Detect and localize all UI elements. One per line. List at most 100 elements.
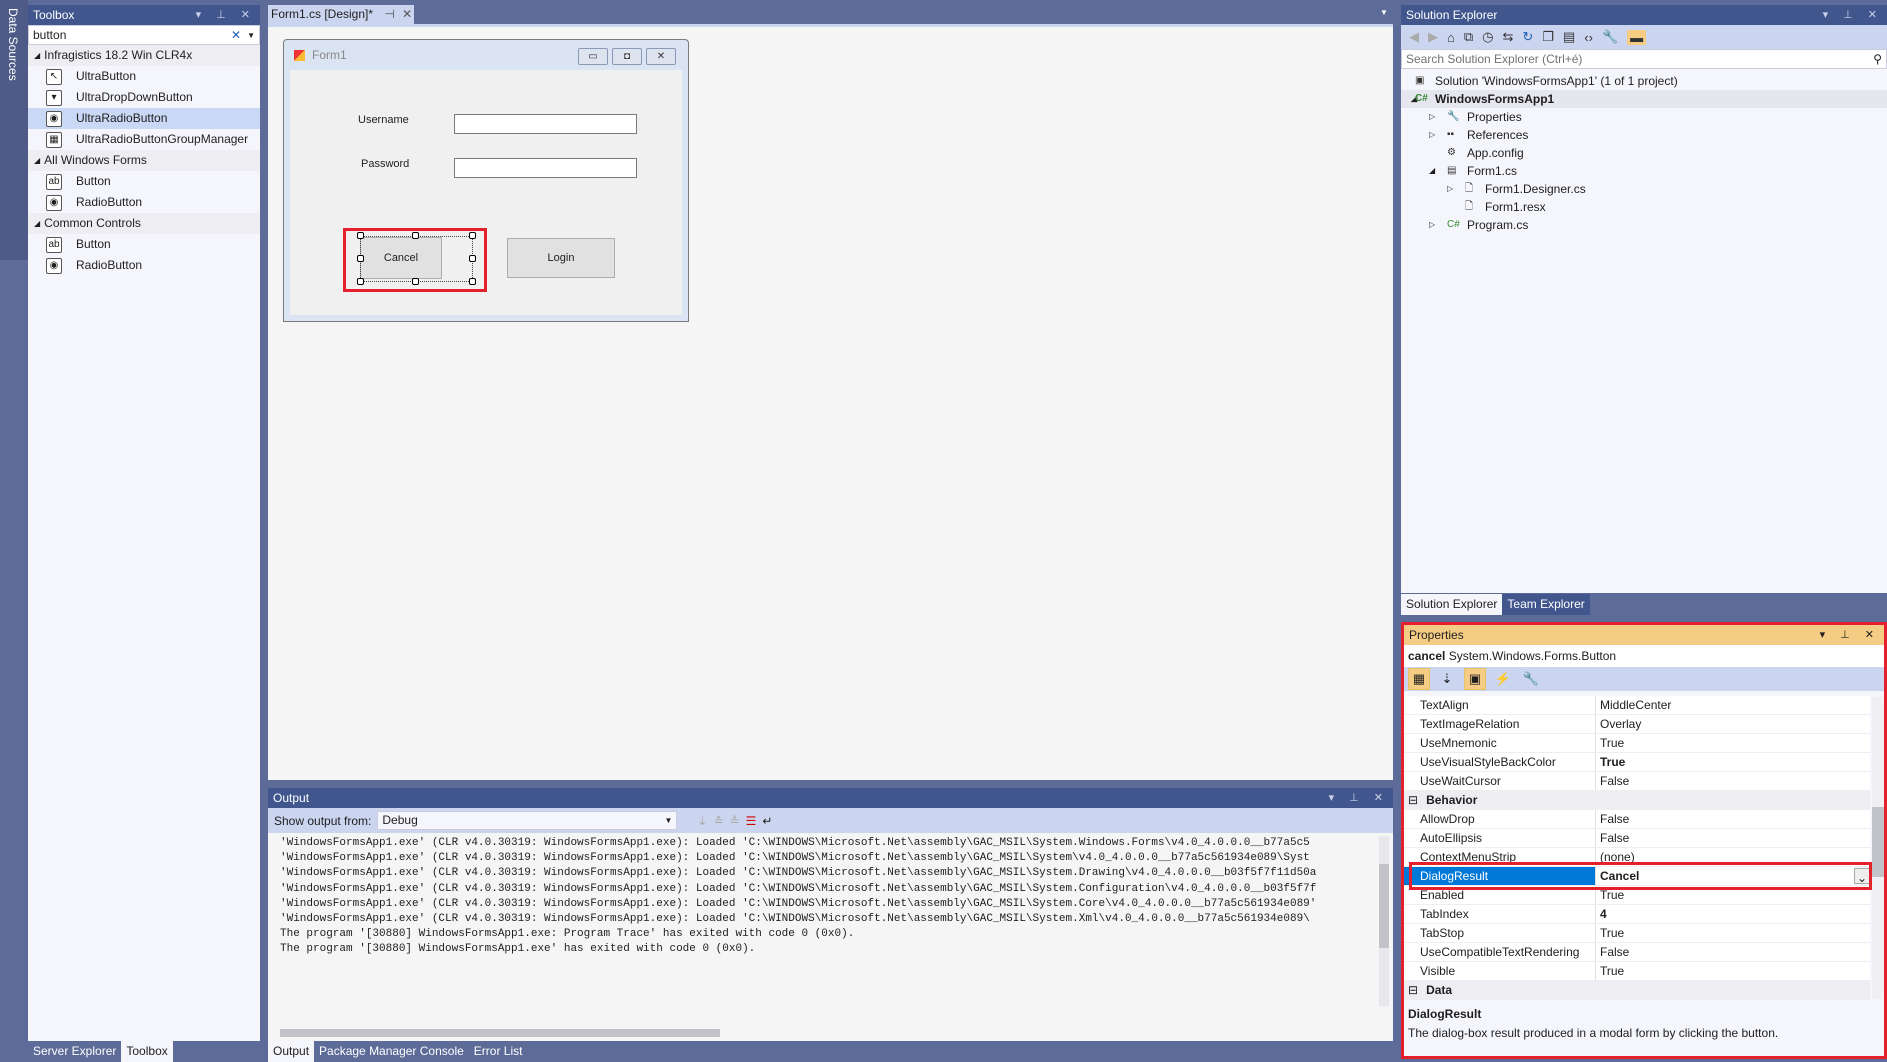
property-row[interactable]: AutoEllipsis False xyxy=(1404,829,1870,848)
tree-item[interactable]: ▷ C# Program.cs xyxy=(1401,216,1887,234)
tab-solution-explorer[interactable]: Solution Explorer xyxy=(1401,594,1503,615)
alphabetical-icon[interactable]: ⇣ xyxy=(1436,668,1458,690)
refresh-icon[interactable]: ↻ xyxy=(1522,29,1533,45)
toolbox-item[interactable]: ↖ UltraButton xyxy=(28,66,260,87)
property-row[interactable]: TabIndex 4 xyxy=(1404,905,1870,924)
clear-search-icon[interactable]: ✕ xyxy=(231,28,241,42)
tab-form1-design[interactable]: Form1.cs [Design]* ⊣ ✕ xyxy=(268,5,414,24)
forward-icon[interactable]: ▶ xyxy=(1428,29,1438,45)
home-icon[interactable]: ⌂ xyxy=(1447,30,1455,45)
property-row[interactable]: TextAlign MiddleCenter xyxy=(1404,696,1870,715)
tree-item[interactable]: ⚙ App.config xyxy=(1401,144,1887,162)
back-icon[interactable]: ◀ xyxy=(1409,29,1419,45)
wrench-icon[interactable]: 🔧 xyxy=(1602,29,1618,45)
property-category[interactable]: ⊟ Behavior xyxy=(1404,791,1870,810)
maximize-button[interactable]: ◘ xyxy=(612,48,642,65)
data-sources-tab[interactable]: Data Sources xyxy=(0,0,28,260)
toolbox-item[interactable]: ab Button xyxy=(28,171,260,192)
expand-arrow-icon[interactable]: ▷ xyxy=(1429,216,1435,234)
login-button[interactable]: Login xyxy=(507,238,615,278)
pin-icon[interactable]: ⊣ xyxy=(384,7,394,21)
toolbox-item[interactable]: ◉ RadioButton xyxy=(28,192,260,213)
toolbox-item[interactable]: ◉ RadioButton xyxy=(28,255,260,276)
panel-controls[interactable]: ▾ ⊥ ✕ xyxy=(196,5,256,25)
expand-arrow-icon[interactable]: ▷ xyxy=(1429,108,1435,126)
file-icon: 🗋 xyxy=(1465,183,1474,194)
find-message-icon[interactable]: ⇣ xyxy=(697,814,707,828)
property-scrollbar[interactable] xyxy=(1872,697,1884,999)
tree-item[interactable]: 🗋 Form1.resx xyxy=(1401,198,1887,216)
property-row[interactable]: Visible True xyxy=(1404,962,1870,981)
previous-message-icon[interactable]: ≛ xyxy=(713,814,723,828)
pending-changes-icon[interactable]: ◷ xyxy=(1482,29,1493,45)
property-row[interactable]: AllowDrop False xyxy=(1404,810,1870,829)
collapse-icon[interactable]: ⊟ xyxy=(1404,791,1424,809)
tab-overflow-icon[interactable]: ▼ xyxy=(1380,8,1388,17)
property-row[interactable]: UseCompatibleTextRendering False xyxy=(1404,943,1870,962)
vertical-scrollbar[interactable] xyxy=(1379,836,1389,1006)
property-category[interactable]: ⊟ Data xyxy=(1404,981,1870,1000)
tree-item[interactable]: ◢ C# WindowsFormsApp1 xyxy=(1401,90,1887,108)
property-row[interactable]: UseVisualStyleBackColor True xyxy=(1404,753,1870,772)
word-wrap-icon[interactable]: ↵ xyxy=(762,814,772,828)
property-pages-icon[interactable]: 🔧 xyxy=(1520,668,1542,690)
collapse-all-icon[interactable]: ❐ xyxy=(1542,29,1554,45)
preview-icon[interactable]: ▬ xyxy=(1627,29,1647,45)
tab-toolbox[interactable]: Toolbox xyxy=(121,1041,173,1062)
toolbox-group[interactable]: ◢ Common Controls xyxy=(28,213,260,234)
property-row[interactable]: UseMnemonic True xyxy=(1404,734,1870,753)
expand-arrow-icon[interactable]: ▷ xyxy=(1447,180,1453,198)
expanded-triangle-icon[interactable]: ◢ xyxy=(34,150,40,171)
toolbox-group[interactable]: ◢ Infragistics 18.2 Win CLR4x xyxy=(28,45,260,66)
expanded-triangle-icon[interactable]: ◢ xyxy=(34,45,40,66)
search-icon[interactable]: ⚲ xyxy=(1873,52,1882,66)
events-icon[interactable]: ⚡ xyxy=(1492,668,1514,690)
minimize-button[interactable]: ▭ xyxy=(578,48,608,65)
toolbox-item[interactable]: ▦ UltraRadioButtonGroupManager xyxy=(28,129,260,150)
tab-package-manager-console[interactable]: Package Manager Console xyxy=(314,1041,469,1062)
panel-controls[interactable]: ▾ ⊥ ✕ xyxy=(1329,788,1389,808)
expanded-triangle-icon[interactable]: ◢ xyxy=(34,213,40,234)
output-source-select[interactable]: Debug ▼ xyxy=(377,811,678,830)
password-textbox[interactable] xyxy=(454,158,637,178)
close-button[interactable]: ✕ xyxy=(646,48,676,65)
expand-arrow-icon[interactable]: ▷ xyxy=(1429,126,1435,144)
toolbox-item[interactable]: ab Button xyxy=(28,234,260,255)
clear-all-icon[interactable]: ☰ xyxy=(746,814,757,828)
tree-item[interactable]: ▷ ▪▪ References xyxy=(1401,126,1887,144)
property-grid[interactable]: TextAlign MiddleCenter TextImageRelation Ov… xyxy=(1404,691,1870,1000)
tab-team-explorer[interactable]: Team Explorer xyxy=(1502,594,1590,615)
tree-item[interactable]: ▣ Solution 'WindowsFormsApp1' (1 of 1 pro… xyxy=(1401,72,1887,90)
tree-item[interactable]: ▷ 🔧 Properties xyxy=(1401,108,1887,126)
collapse-icon[interactable]: ⊟ xyxy=(1404,981,1424,999)
panel-controls[interactable]: ▾ ⊥ ✕ xyxy=(1823,5,1883,25)
property-row[interactable]: TabStop True xyxy=(1404,924,1870,943)
toolbox-search-input[interactable]: button ✕ ▼ xyxy=(28,25,260,45)
show-all-files-icon[interactable]: ▤ xyxy=(1563,29,1575,45)
next-message-icon[interactable]: ≚ xyxy=(730,814,740,828)
tab-error-list[interactable]: Error List xyxy=(469,1041,528,1062)
tab-output[interactable]: Output xyxy=(268,1041,315,1062)
collapse-arrow-icon[interactable]: ◢ xyxy=(1429,162,1435,180)
property-row[interactable]: UseWaitCursor False xyxy=(1404,772,1870,791)
close-icon[interactable]: ✕ xyxy=(402,7,412,21)
solution-explorer-search-input[interactable]: Search Solution Explorer (Ctrl+é) ⚲ xyxy=(1401,49,1887,69)
switch-views-icon[interactable]: ⧉ xyxy=(1464,29,1473,45)
tree-item[interactable]: ◢ ▤ Form1.cs xyxy=(1401,162,1887,180)
username-textbox[interactable] xyxy=(454,114,637,134)
properties-icon[interactable]: ▣ xyxy=(1464,668,1486,690)
property-row[interactable]: TextImageRelation Overlay xyxy=(1404,715,1870,734)
chevron-down-icon[interactable]: ▼ xyxy=(247,31,255,40)
toolbox-group[interactable]: ◢ All Windows Forms xyxy=(28,150,260,171)
toolbox-item[interactable]: ◉ UltraRadioButton xyxy=(28,108,260,129)
categorized-icon[interactable]: ▦ xyxy=(1408,668,1430,690)
object-selector[interactable]: cancel System.Windows.Forms.Button xyxy=(1404,645,1884,667)
sync-icon[interactable]: ⇆ xyxy=(1503,29,1514,45)
panel-controls[interactable]: ▾ ⊥ ✕ xyxy=(1820,625,1880,645)
horizontal-scrollbar[interactable] xyxy=(280,1029,720,1037)
view-code-icon[interactable]: ‹› xyxy=(1584,30,1593,45)
toolbox-item[interactable]: ▾ UltraDropDownButton xyxy=(28,87,260,108)
output-text[interactable]: 'WindowsFormsApp1.exe' (CLR v4.0.30319: … xyxy=(280,836,1371,958)
tab-server-explorer[interactable]: Server Explorer xyxy=(28,1041,121,1062)
tree-item[interactable]: ▷ 🗋 Form1.Designer.cs xyxy=(1401,180,1887,198)
